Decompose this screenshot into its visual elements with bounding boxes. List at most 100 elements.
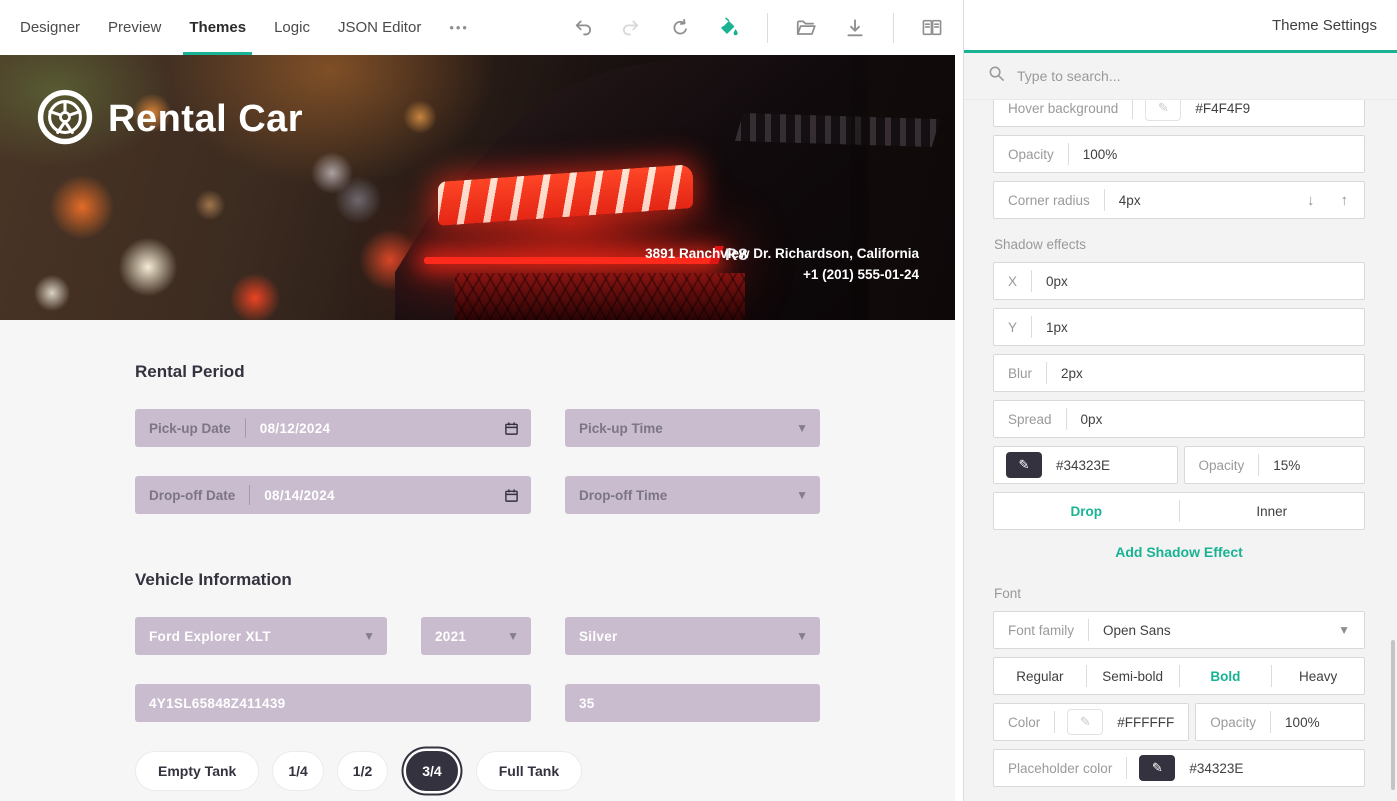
dropoff-time-dropdown[interactable]: Drop-off Time ▼ — [565, 476, 820, 514]
caret-down-icon: ▼ — [796, 421, 820, 435]
color-swatch-light[interactable]: ✎ — [1067, 709, 1103, 735]
corner-radius-value[interactable]: 4px — [1105, 193, 1155, 208]
shadow-drop-option[interactable]: Drop — [994, 504, 1179, 519]
tank-level-group: Empty Tank 1/4 1/2 3/4 Full Tank — [135, 751, 955, 791]
font-color-value[interactable]: #FFFFFF — [1103, 715, 1188, 730]
shadow-x-value[interactable]: 0px — [1032, 274, 1082, 289]
increase-icon[interactable]: ↑ — [1341, 192, 1349, 209]
vehicle-model-dropdown[interactable]: Ford Explorer XLT ▼ — [135, 617, 387, 655]
stepper: ↓ ↑ — [1307, 192, 1364, 209]
settings-search — [964, 53, 1397, 100]
caret-down-icon[interactable]: ▼ — [1338, 623, 1364, 637]
tank-quarter-button[interactable]: 1/4 — [272, 751, 323, 791]
survey-canvas: R8 Rental Car — [0, 55, 963, 801]
app-window: Designer Preview Themes Logic JSON Edito… — [0, 0, 1397, 801]
shadow-opacity-value[interactable]: 15% — [1259, 458, 1314, 473]
tab-themes[interactable]: Themes — [189, 0, 246, 55]
add-shadow-effect-link[interactable]: Add Shadow Effect — [993, 544, 1365, 560]
divider — [1054, 711, 1055, 733]
address-line-1: 3891 Ranchview Dr. Richardson, Californi… — [645, 243, 919, 264]
mileage-field[interactable]: 35 — [565, 684, 820, 722]
font-family-value[interactable]: Open Sans — [1089, 623, 1185, 638]
calendar-icon[interactable] — [504, 488, 531, 503]
rental-row-1: Pick-up Date 08/12/2024 Pick-up Time ▼ — [135, 409, 955, 447]
pickup-date-value[interactable]: 08/12/2024 — [246, 421, 345, 436]
panel-header: Theme Settings — [964, 0, 1397, 50]
shadow-spread-value[interactable]: 0px — [1067, 412, 1117, 427]
weight-heavy-option[interactable]: Heavy — [1272, 669, 1364, 684]
color-swatch-dark[interactable]: ✎ — [1139, 755, 1175, 781]
tab-designer[interactable]: Designer — [20, 0, 80, 55]
opacity-label: Opacity — [994, 147, 1068, 162]
tank-three-quarter-button[interactable]: 3/4 — [406, 751, 457, 791]
font-opacity-value[interactable]: 100% — [1271, 715, 1334, 730]
vehicle-color-dropdown[interactable]: Silver ▼ — [565, 617, 820, 655]
divider — [1126, 757, 1127, 779]
top-toolbar: Designer Preview Themes Logic JSON Edito… — [0, 0, 963, 55]
pencil-icon: ✎ — [1080, 714, 1091, 730]
vin-value[interactable]: 4Y1SL65848Z411439 — [135, 696, 299, 711]
pickup-date-label: Pick-up Date — [135, 421, 245, 436]
calendar-icon[interactable] — [504, 421, 531, 436]
vehicle-row-2: 4Y1SL65848Z411439 35 — [135, 684, 955, 722]
font-color-opacity-row: Color ✎ #FFFFFF Opacity 100% — [993, 703, 1365, 749]
toolbar-divider — [767, 13, 768, 43]
shadow-y-row: Y 1px — [993, 308, 1365, 346]
decrease-icon[interactable]: ↓ — [1307, 192, 1315, 209]
shadow-color-opacity-row: ✎ #34323E Opacity 15% — [993, 446, 1365, 492]
tank-half-button[interactable]: 1/2 — [337, 751, 388, 791]
placeholder-color-value[interactable]: #34323E — [1175, 761, 1257, 776]
color-swatch-dark[interactable]: ✎ — [1006, 452, 1042, 478]
redo-icon[interactable] — [620, 17, 642, 39]
mileage-value[interactable]: 35 — [565, 696, 609, 711]
shadow-inner-option[interactable]: Inner — [1180, 504, 1365, 519]
weight-regular-option[interactable]: Regular — [994, 669, 1086, 684]
weight-bold-option[interactable]: Bold — [1180, 669, 1272, 684]
wheel-logo-icon — [36, 88, 94, 151]
font-opacity-row: Opacity 100% — [1195, 703, 1365, 741]
search-input[interactable] — [1017, 68, 1317, 84]
survey-logo: Rental Car — [36, 88, 303, 151]
rental-row-2: Drop-off Date 08/14/2024 Drop-off Time — [135, 476, 955, 514]
font-family-row: Font family Open Sans ▼ — [993, 611, 1365, 649]
caret-down-icon: ▼ — [796, 488, 820, 502]
weight-semibold-option[interactable]: Semi-bold — [1087, 669, 1179, 684]
dropoff-date-label: Drop-off Date — [135, 488, 249, 503]
undo-icon[interactable] — [571, 17, 593, 39]
section-title-vehicle-info: Vehicle Information — [135, 570, 955, 590]
shadow-opacity-row: Opacity 15% — [1184, 446, 1366, 484]
caret-down-icon: ▼ — [796, 629, 820, 643]
tank-full-button[interactable]: Full Tank — [476, 751, 582, 791]
shadow-blur-value[interactable]: 2px — [1047, 366, 1097, 381]
vin-field[interactable]: 4Y1SL65848Z411439 — [135, 684, 531, 722]
pencil-icon: ✎ — [1158, 100, 1169, 116]
vehicle-color-value: Silver — [565, 629, 632, 644]
theme-settings-panel: Theme Settings Hover background ✎ — [963, 0, 1397, 801]
toolbar-actions — [571, 13, 963, 43]
pickup-time-label: Pick-up Time — [565, 421, 677, 436]
reset-theme-icon[interactable] — [669, 17, 691, 39]
apply-theme-paint-icon[interactable] — [718, 17, 740, 39]
preview-panel-icon[interactable] — [921, 17, 943, 39]
dropoff-date-value[interactable]: 08/14/2024 — [250, 488, 349, 503]
download-icon[interactable] — [844, 17, 866, 39]
shadow-color-value[interactable]: #34323E — [1042, 458, 1124, 473]
shadow-y-value[interactable]: 1px — [1032, 320, 1082, 335]
panel-scrollbar[interactable] — [1391, 640, 1395, 790]
more-tabs-icon[interactable]: ••• — [449, 20, 469, 35]
opacity-value[interactable]: 100% — [1069, 147, 1132, 162]
placeholder-color-label: Placeholder color — [994, 761, 1126, 776]
tab-logic[interactable]: Logic — [274, 0, 310, 55]
panel-title: Theme Settings — [1272, 17, 1377, 34]
dropoff-date-field[interactable]: Drop-off Date 08/14/2024 — [135, 476, 531, 514]
survey-form: Rental Period Pick-up Date 08/12/2024 — [0, 320, 955, 801]
pickup-date-field[interactable]: Pick-up Date 08/12/2024 — [135, 409, 531, 447]
pickup-time-dropdown[interactable]: Pick-up Time ▼ — [565, 409, 820, 447]
tab-json-editor[interactable]: JSON Editor — [338, 0, 421, 55]
hover-background-value[interactable]: #F4F4F9 — [1181, 101, 1264, 116]
tab-preview[interactable]: Preview — [108, 0, 161, 55]
tank-empty-button[interactable]: Empty Tank — [135, 751, 259, 791]
vehicle-year-dropdown[interactable]: 2021 ▼ — [421, 617, 531, 655]
open-survey-icon[interactable] — [795, 17, 817, 39]
search-icon — [988, 65, 1005, 87]
